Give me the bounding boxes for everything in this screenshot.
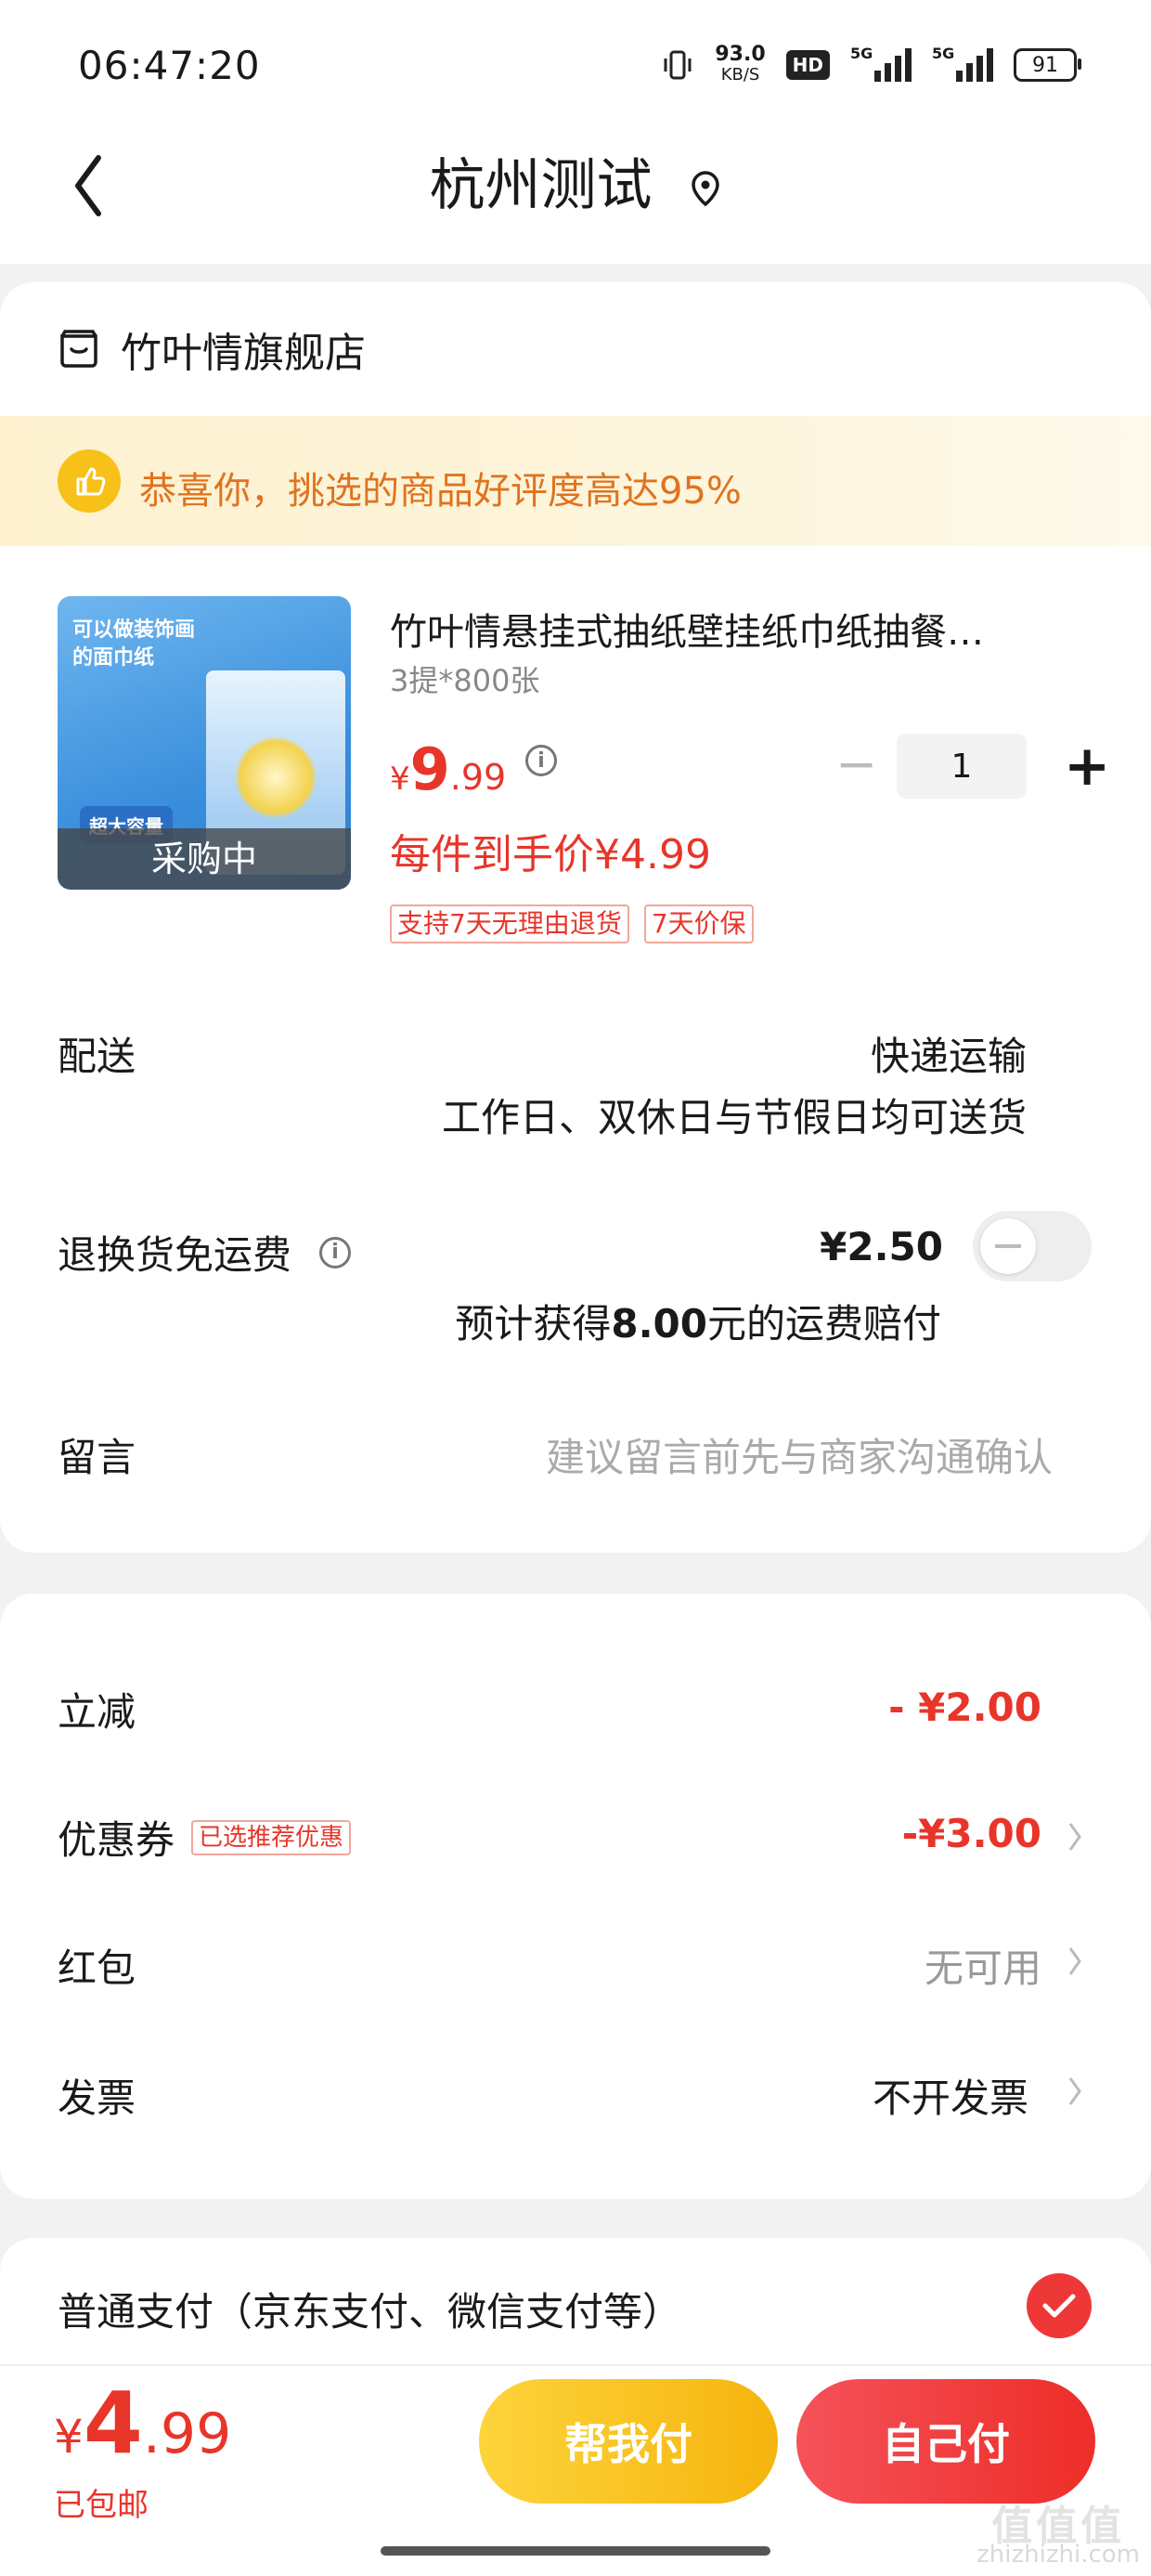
location-pin-icon — [691, 171, 719, 207]
toggle-knob — [980, 1218, 1036, 1274]
watermark: 值值值 zhizhizhi.com — [976, 2503, 1140, 2569]
total-price: ¥4.99 — [54, 2374, 232, 2473]
quantity-field[interactable]: 1 — [897, 734, 1027, 799]
return-ship-toggle[interactable] — [973, 1211, 1092, 1281]
vibrate-icon — [664, 50, 692, 80]
invoice-chevron-icon[interactable] — [1066, 2073, 1084, 2110]
quantity-stepper: − 1 + — [835, 734, 1110, 799]
product-image[interactable]: 可以做装饰画 的面巾纸 超大容量 采购中 — [58, 596, 351, 890]
return-info-icon[interactable]: i — [319, 1236, 352, 1268]
product-name[interactable]: 竹叶情悬挂式抽纸壁挂纸巾纸抽餐… — [390, 602, 1058, 656]
tag-price-protect: 7天价保 — [643, 904, 754, 943]
store-name: 竹叶情旗舰店 — [121, 330, 366, 377]
return-ship-price: ¥2.50 — [820, 1224, 943, 1269]
store-header[interactable]: 竹叶情旗舰店 — [58, 319, 366, 379]
deal-price: 每件到手价¥4.99 — [390, 831, 711, 878]
product-price: ¥9.99 — [390, 735, 507, 803]
product-spec: 3提*800张 — [390, 663, 540, 698]
delivery-label: 配送 — [58, 1034, 136, 1079]
coupon-chevron-icon[interactable] — [1066, 1818, 1084, 1855]
banner-thumb-wrap — [58, 449, 121, 513]
status-time: 06:47:20 — [78, 43, 261, 88]
instant-discount-value: - ¥2.00 — [888, 1685, 1041, 1730]
message-input[interactable]: 建议留言前先与商家沟通确认 — [546, 1426, 1053, 1483]
store-icon — [60, 330, 97, 368]
return-ship-note: 预计获得8.00元的运费赔付 — [455, 1301, 941, 1347]
battery-icon: 91 — [1014, 48, 1081, 82]
service-tags: 支持7天无理由退货 7天价保 — [390, 904, 754, 943]
signal-icon: 5G — [850, 45, 912, 82]
signal-icon-2: 5G — [932, 45, 993, 82]
coupon-row-label: 优惠券 已选推荐优惠 — [58, 1809, 352, 1866]
address-title: 杭州测试 — [429, 153, 653, 218]
invoice-label: 发票 — [58, 2075, 136, 2121]
decrease-button[interactable]: − — [835, 739, 877, 789]
instant-discount-label: 立减 — [58, 1689, 136, 1735]
free-shipping-label: 已包邮 — [54, 2487, 149, 2524]
increase-button[interactable]: + — [1064, 738, 1110, 794]
redpacket-value[interactable]: 无可用 — [925, 1937, 1041, 1994]
payment-method-label[interactable]: 普通支付（京东支付、微信支付等） — [58, 2281, 681, 2337]
product-flower-graphic — [234, 735, 317, 819]
delivery-note: 工作日、双休日与节假日均可送货 — [441, 1095, 1027, 1140]
hd-icon: HD — [785, 50, 830, 80]
home-indicator[interactable] — [381, 2546, 770, 2556]
price-info-icon[interactable]: i — [525, 745, 557, 776]
help-pay-button[interactable]: 帮我付 — [479, 2379, 778, 2504]
self-pay-button[interactable]: 自己付 — [796, 2379, 1095, 2504]
page-title[interactable]: 杭州测试 — [0, 149, 1151, 223]
banner-text: 恭喜你，挑选的商品好评度高达95% — [139, 470, 742, 513]
coupon-tag: 已选推荐优惠 — [191, 1819, 352, 1855]
status-icons: 93.0 KB/S HD 5G 5G 91 — [661, 43, 1081, 85]
redpacket-label: 红包 — [58, 1945, 136, 1991]
coupon-value[interactable]: -¥3.00 — [902, 1811, 1041, 1856]
redpacket-chevron-icon[interactable] — [1066, 1943, 1084, 1980]
net-speed: 93.0 KB/S — [715, 43, 766, 85]
tag-return: 支持7天无理由退货 — [390, 904, 629, 943]
payment-check-icon[interactable] — [1027, 2273, 1092, 2338]
product-status-overlay: 采购中 — [58, 828, 351, 890]
thumbs-up-icon — [58, 449, 121, 513]
invoice-value[interactable]: 不开发票 — [873, 2067, 1028, 2124]
return-ship-label: 退换货免运费 — [58, 1232, 292, 1278]
return-ship-row: 退换货免运费 i — [58, 1224, 352, 1281]
delivery-method[interactable]: 快递运输 — [871, 1025, 1027, 1082]
coupon-label: 优惠券 — [58, 1817, 175, 1863]
product-image-caption: 可以做装饰画 的面巾纸 — [72, 618, 196, 670]
message-label: 留言 — [58, 1435, 136, 1480]
